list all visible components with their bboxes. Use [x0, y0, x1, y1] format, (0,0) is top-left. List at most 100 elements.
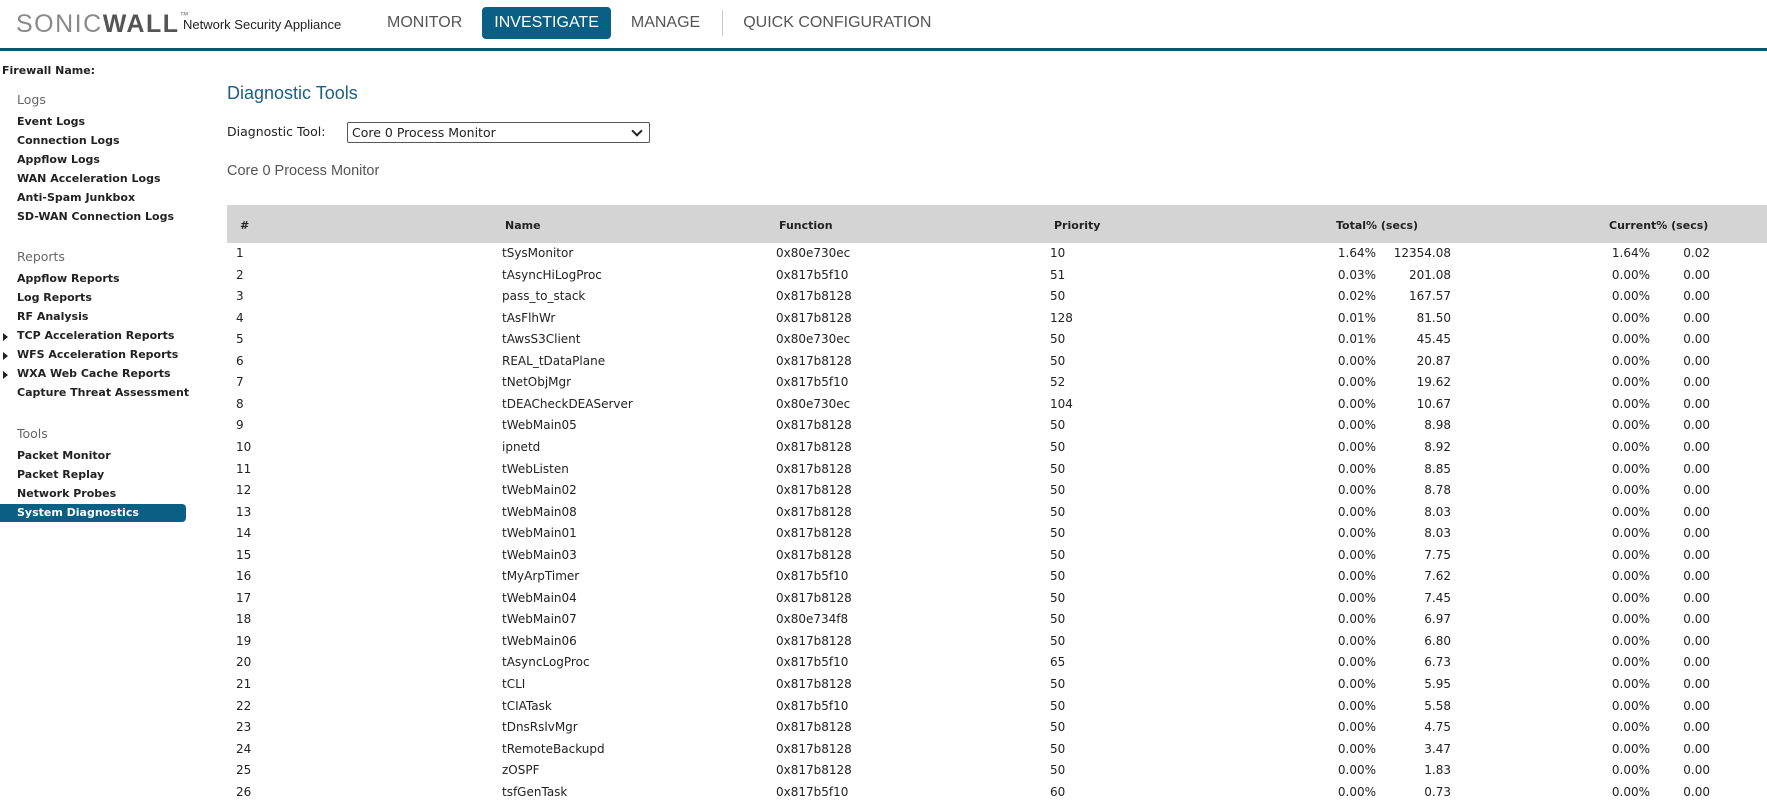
cell-total-percent: 0.00% [1337, 698, 1376, 713]
table-row[interactable]: 23 tDnsRslvMgr 0x817b8128 50 0.00% 4.75 0.00% 0… [0, 717, 1767, 739]
table-row[interactable]: 26 tsfGenTask 0x817b5f10 60 0.00% 0.73 0.00% 0.… [0, 782, 1767, 804]
cell-number: 4 [236, 310, 244, 325]
column-header-function[interactable]: Function [779, 219, 833, 232]
nav-monitor[interactable]: MONITOR [375, 7, 474, 39]
cell-priority: 50 [1050, 720, 1066, 735]
table-row[interactable]: 13 tWebMain08 0x817b8128 50 0.00% 8.03 0.00% 0.… [0, 502, 1767, 524]
cell-total-secs: 4.75 [1424, 720, 1451, 735]
nav-quick-configuration[interactable]: QUICK CONFIGURATION [731, 7, 943, 39]
table-row[interactable]: 6 REAL_tDataPlane 0x817b8128 50 0.00% 20.87 0.… [0, 351, 1767, 373]
cell-name: tDnsRslvMgr [502, 720, 578, 735]
cell-name: tWebMain03 [502, 547, 577, 562]
cell-number: 12 [236, 483, 252, 498]
cell-function: 0x817b5f10 [776, 569, 849, 584]
cell-priority: 50 [1050, 526, 1066, 541]
table-row[interactable]: 22 tCIATask 0x817b5f10 50 0.00% 5.58 0.00% 0.00 [0, 696, 1767, 718]
cell-function: 0x817b8128 [776, 461, 852, 476]
cell-name: tNetObjMgr [502, 375, 572, 390]
nav-investigate[interactable]: INVESTIGATE [482, 7, 611, 39]
cell-function: 0x817b5f10 [776, 375, 849, 390]
sidebar-item-wan-acceleration-logs[interactable]: WAN Acceleration Logs [17, 172, 161, 185]
table-row[interactable]: 18 tWebMain07 0x80e734f8 50 0.00% 6.97 0.00% 0.… [0, 609, 1767, 631]
cell-total-percent: 0.01% [1337, 332, 1376, 347]
table-row[interactable]: 25 zOSPF 0x817b8128 50 0.00% 1.83 0.00% 0.00 [0, 760, 1767, 782]
table-row[interactable]: 16 tMyArpTimer 0x817b5f10 50 0.00% 7.62 0.00% 0… [0, 566, 1767, 588]
cell-name: tDEACheckDEAServer [502, 396, 633, 411]
cell-number: 21 [236, 677, 252, 691]
sidebar-item-event-logs[interactable]: Event Logs [17, 115, 85, 128]
table-row[interactable]: 12 tWebMain02 0x817b8128 50 0.00% 8.78 0.00% 0.… [0, 480, 1767, 502]
table-row[interactable]: 15 tWebMain03 0x817b8128 50 0.00% 7.75 0.00% 0.… [0, 545, 1767, 567]
cell-number: 18 [236, 612, 252, 627]
table-row[interactable]: 11 tWebListen 0x817b8128 50 0.00% 8.85 0.00% 0.… [0, 459, 1767, 481]
cell-number: 1 [236, 246, 244, 260]
nav-manage[interactable]: MANAGE [619, 7, 712, 39]
sidebar-item-connection-logs[interactable]: Connection Logs [17, 134, 120, 147]
table-row[interactable]: 17 tWebMain04 0x817b8128 50 0.00% 7.45 0.00% 0.… [0, 588, 1767, 610]
cell-name: tAsFlhWr [502, 310, 556, 325]
table-row[interactable]: 21 tCLI 0x817b8128 50 0.00% 5.95 0.00% 0.00 [0, 674, 1767, 696]
column-header-priority[interactable]: Priority [1054, 219, 1100, 232]
table-row[interactable]: 5 tAwsS3Client 0x80e730ec 50 0.01% 45.45 0.00%… [0, 329, 1767, 351]
table-row[interactable]: 3 pass_to_stack 0x817b8128 50 0.02% 167.57 0.0… [0, 286, 1767, 308]
table-row[interactable]: 10 ipnetd 0x817b8128 50 0.00% 8.92 0.00% 0.00 [0, 437, 1767, 459]
table-row[interactable]: 8 tDEACheckDEAServer 0x80e730ec 104 0.00% 10.… [0, 394, 1767, 416]
table-row[interactable]: 14 tWebMain01 0x817b8128 50 0.00% 8.03 0.00% 0.… [0, 523, 1767, 545]
cell-total-percent: 0.01% [1337, 310, 1376, 325]
cell-name: zOSPF [502, 763, 540, 778]
table-row[interactable]: 20 tAsyncLogProc 0x817b5f10 65 0.00% 6.73 0.00… [0, 652, 1767, 674]
table-row[interactable]: 24 tRemoteBackupd 0x817b8128 50 0.00% 3.47 0.0… [0, 739, 1767, 761]
cell-function: 0x80e730ec [776, 332, 851, 347]
cell-number: 22 [236, 698, 252, 713]
cell-total-secs: 1.83 [1424, 763, 1451, 778]
cell-priority: 128 [1050, 310, 1073, 325]
cell-total-secs: 6.73 [1424, 655, 1451, 670]
sidebar-item-appflow-logs[interactable]: Appflow Logs [17, 153, 100, 166]
cell-name: tAwsS3Client [502, 332, 581, 347]
cell-current-secs: 0.00 [1683, 526, 1710, 541]
cell-number: 5 [236, 332, 244, 347]
cell-current-secs: 0.00 [1683, 267, 1710, 282]
table-row[interactable]: 1 tSysMonitor 0x80e730ec 10 1.64% 12354.08 1.6… [0, 243, 1767, 265]
cell-priority: 10 [1050, 246, 1066, 260]
table-row[interactable]: 4 tAsFlhWr 0x817b8128 128 0.01% 81.50 0.00% 0.0… [0, 308, 1767, 330]
table-row[interactable]: 2 tAsyncHiLogProc 0x817b5f10 51 0.03% 201.08 0… [0, 265, 1767, 287]
cell-priority: 50 [1050, 483, 1066, 498]
cell-total-percent: 0.00% [1337, 677, 1376, 691]
column-header-name[interactable]: Name [505, 219, 541, 232]
cell-function: 0x817b5f10 [776, 698, 849, 713]
cell-total-secs: 6.80 [1424, 633, 1451, 648]
cell-priority: 50 [1050, 418, 1066, 433]
table-row[interactable]: 19 tWebMain06 0x817b8128 50 0.00% 6.80 0.00% 0.… [0, 631, 1767, 653]
cell-total-percent: 0.00% [1337, 396, 1376, 411]
cell-total-secs: 20.87 [1416, 353, 1451, 368]
firewall-name-label: Firewall Name: [2, 64, 96, 77]
cell-total-secs: 12354.08 [1393, 246, 1451, 260]
column-header-current[interactable]: Current% (secs) [1609, 219, 1708, 232]
column-header-number[interactable]: # [240, 219, 249, 232]
cell-total-percent: 0.03% [1337, 267, 1376, 282]
table-row[interactable]: 7 tNetObjMgr 0x817b5f10 52 0.00% 19.62 0.00% 0.… [0, 372, 1767, 394]
cell-number: 2 [236, 267, 244, 282]
cell-total-secs: 7.62 [1424, 569, 1451, 584]
cell-name: tWebListen [502, 461, 569, 476]
cell-number: 6 [236, 353, 244, 368]
sidebar-item-sdwan-connection-logs[interactable]: SD-WAN Connection Logs [17, 210, 174, 223]
column-header-total[interactable]: Total% (secs) [1336, 219, 1418, 232]
cell-total-secs: 7.75 [1424, 547, 1451, 562]
diagnostic-tool-select[interactable]: Core 0 Process Monitor [347, 122, 650, 143]
sonicwall-logo[interactable]: SONICWALL™ [16, 10, 190, 38]
cell-priority: 50 [1050, 612, 1066, 627]
table-row[interactable]: 9 tWebMain05 0x817b8128 50 0.00% 8.98 0.00% 0.0… [0, 415, 1767, 437]
cell-total-secs: 10.67 [1416, 396, 1451, 411]
cell-total-secs: 5.58 [1424, 698, 1451, 713]
cell-current-secs: 0.00 [1683, 353, 1710, 368]
diagnostic-tool-label: Diagnostic Tool: [227, 124, 326, 139]
cell-current-secs: 0.00 [1683, 289, 1710, 304]
nav-divider [722, 10, 724, 36]
chevron-down-icon [631, 124, 643, 137]
cell-current-secs: 0.00 [1683, 784, 1710, 799]
sidebar-item-anti-spam-junkbox[interactable]: Anti-Spam Junkbox [17, 191, 135, 204]
cell-name: tWebMain06 [502, 633, 577, 648]
cell-total-secs: 8.85 [1424, 461, 1451, 476]
